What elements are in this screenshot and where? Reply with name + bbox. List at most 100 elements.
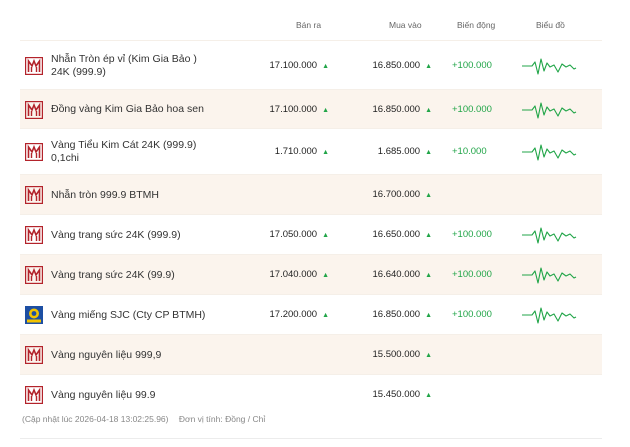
sell-price: 17.040.000 ▲: [270, 269, 329, 280]
price-change: +100.000: [452, 59, 492, 71]
product-name: Vàng Tiểu Kim Cát 24K (999.9) 0,1chi: [51, 139, 197, 164]
up-triangle-icon: ▲: [425, 192, 432, 199]
product-name: Nhẫn tròn 999.9 BTMH: [51, 188, 159, 201]
product-name: Vàng nguyên liệu 999,9: [51, 348, 162, 361]
table-row[interactable]: Vàng miếng SJC (Cty CP BTMH) 17.200.000 ▲ 1…: [20, 294, 602, 334]
sell-price-value: 17.100.000: [269, 59, 318, 71]
up-triangle-icon: ▲: [425, 312, 432, 319]
btmh-logo-icon: [24, 56, 44, 75]
sparkline-line: [522, 57, 577, 75]
table-footer: (Cập nhật lúc 2026-04-18 13:02:25.96) Đơ…: [22, 414, 273, 424]
btmh-logo-icon: [24, 185, 44, 205]
sparkline-line: [522, 307, 577, 324]
btmh-logo-icon: [24, 100, 44, 119]
up-triangle-icon: ▲: [322, 62, 329, 70]
buy-price-value: 16.850.000: [372, 59, 421, 71]
btmh-logo-icon: [24, 265, 44, 285]
unit-note: Đơn vị tính: Đồng / Chỉ: [178, 414, 266, 424]
sparkline-chart[interactable]: [520, 264, 578, 286]
buy-price-value: 15.450.000: [372, 389, 421, 400]
sparkline-chart[interactable]: [520, 141, 578, 163]
buy-price: 16.850.000 ▲: [373, 60, 432, 71]
sell-price: 17.100.000 ▲: [270, 60, 329, 71]
up-triangle-icon: ▲: [322, 149, 329, 156]
sell-price-value: 17.040.000: [269, 269, 318, 280]
up-triangle-icon: ▲: [425, 272, 432, 279]
sparkline-line: [522, 267, 577, 284]
header-buy: Mua vào: [389, 20, 422, 30]
btmh-logo-icon: [24, 225, 44, 245]
sparkline-chart[interactable]: [520, 99, 578, 121]
update-timestamp: (Cập nhật lúc 2026-04-18 13:02:25.96): [22, 414, 169, 424]
btmh-logo-icon: [24, 345, 44, 365]
sell-price-value: 17.050.000: [269, 229, 318, 240]
buy-price: 16.650.000 ▲: [373, 229, 432, 240]
up-triangle-icon: ▲: [322, 106, 329, 114]
product-name: Vàng trang sức 24K (99.9): [51, 268, 175, 281]
btmh-logo-icon: [24, 142, 44, 162]
sparkline-chart[interactable]: [520, 55, 578, 77]
up-triangle-icon: ▲: [322, 232, 329, 239]
buy-price: 15.500.000 ▲: [373, 349, 432, 360]
table-header: Bán ra Mua vào Biến động Biểu đồ: [0, 0, 630, 40]
buy-price-value: 16.700.000: [372, 189, 421, 200]
table-row[interactable]: Nhẫn Tròn ép vỉ (Kim Gia Bảo ) 24K (999.…: [20, 40, 602, 89]
price-change: +100.000: [452, 309, 492, 320]
sparkline-chart[interactable]: [520, 304, 578, 326]
sell-price: 17.100.000 ▲: [270, 104, 329, 115]
buy-price: 16.700.000 ▲: [373, 189, 432, 200]
price-change: +10.000: [452, 146, 487, 157]
sell-price-value: 1.710.000: [274, 146, 318, 157]
up-triangle-icon: ▲: [425, 62, 432, 70]
up-triangle-icon: ▲: [425, 392, 432, 399]
sparkline-line: [522, 227, 577, 244]
table-row[interactable]: Vàng trang sức 24K (99.9) 17.040.000 ▲ 16.6…: [20, 254, 602, 294]
buy-price-value: 15.500.000: [372, 349, 421, 360]
sparkline-chart[interactable]: [520, 224, 578, 246]
product-name: Vàng miếng SJC (Cty CP BTMH): [51, 308, 206, 321]
sell-price: 17.050.000 ▲: [270, 229, 329, 240]
table-row[interactable]: Vàng nguyên liệu 99.9 15.450.000 ▲: [20, 374, 602, 414]
table-row[interactable]: Vàng nguyên liệu 999,9 15.500.000 ▲: [20, 334, 602, 374]
product-name: Đồng vàng Kim Gia Bảo hoa sen: [51, 103, 204, 115]
table-row[interactable]: Đồng vàng Kim Gia Bảo hoa sen 17.100.000 ▲…: [20, 89, 602, 128]
product-name: Nhẫn Tròn ép vỉ (Kim Gia Bảo ) 24K (999.…: [51, 52, 197, 78]
buy-price-value: 1.685.000: [377, 146, 421, 157]
sparkline-line: [522, 144, 577, 161]
product-name: Vàng trang sức 24K (999.9): [51, 228, 181, 241]
sell-price: 1.710.000 ▲: [275, 146, 329, 157]
buy-price: 16.850.000 ▲: [373, 309, 432, 320]
sparkline-line: [522, 101, 577, 119]
buy-price: 16.850.000 ▲: [373, 104, 432, 115]
sell-price-value: 17.200.000: [269, 309, 318, 320]
price-change: +100.000: [452, 269, 492, 280]
up-triangle-icon: ▲: [425, 106, 432, 114]
btmh-logo-icon: [24, 385, 44, 405]
buy-price: 15.450.000 ▲: [373, 389, 432, 400]
buy-price: 1.685.000 ▲: [378, 146, 432, 157]
footer-divider: [20, 438, 602, 439]
up-triangle-icon: ▲: [322, 272, 329, 279]
header-chart: Biểu đồ: [536, 20, 565, 30]
product-name: Vàng nguyên liệu 99.9: [51, 388, 156, 401]
up-triangle-icon: ▲: [425, 352, 432, 359]
up-triangle-icon: ▲: [322, 312, 329, 319]
buy-price-value: 16.850.000: [372, 309, 421, 320]
sell-price-value: 17.100.000: [269, 103, 318, 115]
buy-price-value: 16.650.000: [372, 229, 421, 240]
price-table: Nhẫn Tròn ép vỉ (Kim Gia Bảo ) 24K (999.…: [20, 40, 602, 414]
header-change: Biến động: [457, 20, 496, 30]
up-triangle-icon: ▲: [425, 149, 432, 156]
price-change: +100.000: [452, 229, 492, 240]
buy-price-value: 16.640.000: [372, 269, 421, 280]
price-change: +100.000: [452, 103, 492, 115]
table-row[interactable]: Nhẫn tròn 999.9 BTMH 16.700.000 ▲: [20, 174, 602, 214]
header-sell: Bán ra: [296, 20, 322, 30]
buy-price-value: 16.850.000: [372, 103, 421, 115]
buy-price: 16.640.000 ▲: [373, 269, 432, 280]
sell-price: 17.200.000 ▲: [270, 309, 329, 320]
sjc-logo-icon: [25, 306, 43, 324]
table-row[interactable]: Vàng Tiểu Kim Cát 24K (999.9) 0,1chi 1.71…: [20, 128, 602, 174]
up-triangle-icon: ▲: [425, 232, 432, 239]
table-row[interactable]: Vàng trang sức 24K (999.9) 17.050.000 ▲ 16.…: [20, 214, 602, 254]
